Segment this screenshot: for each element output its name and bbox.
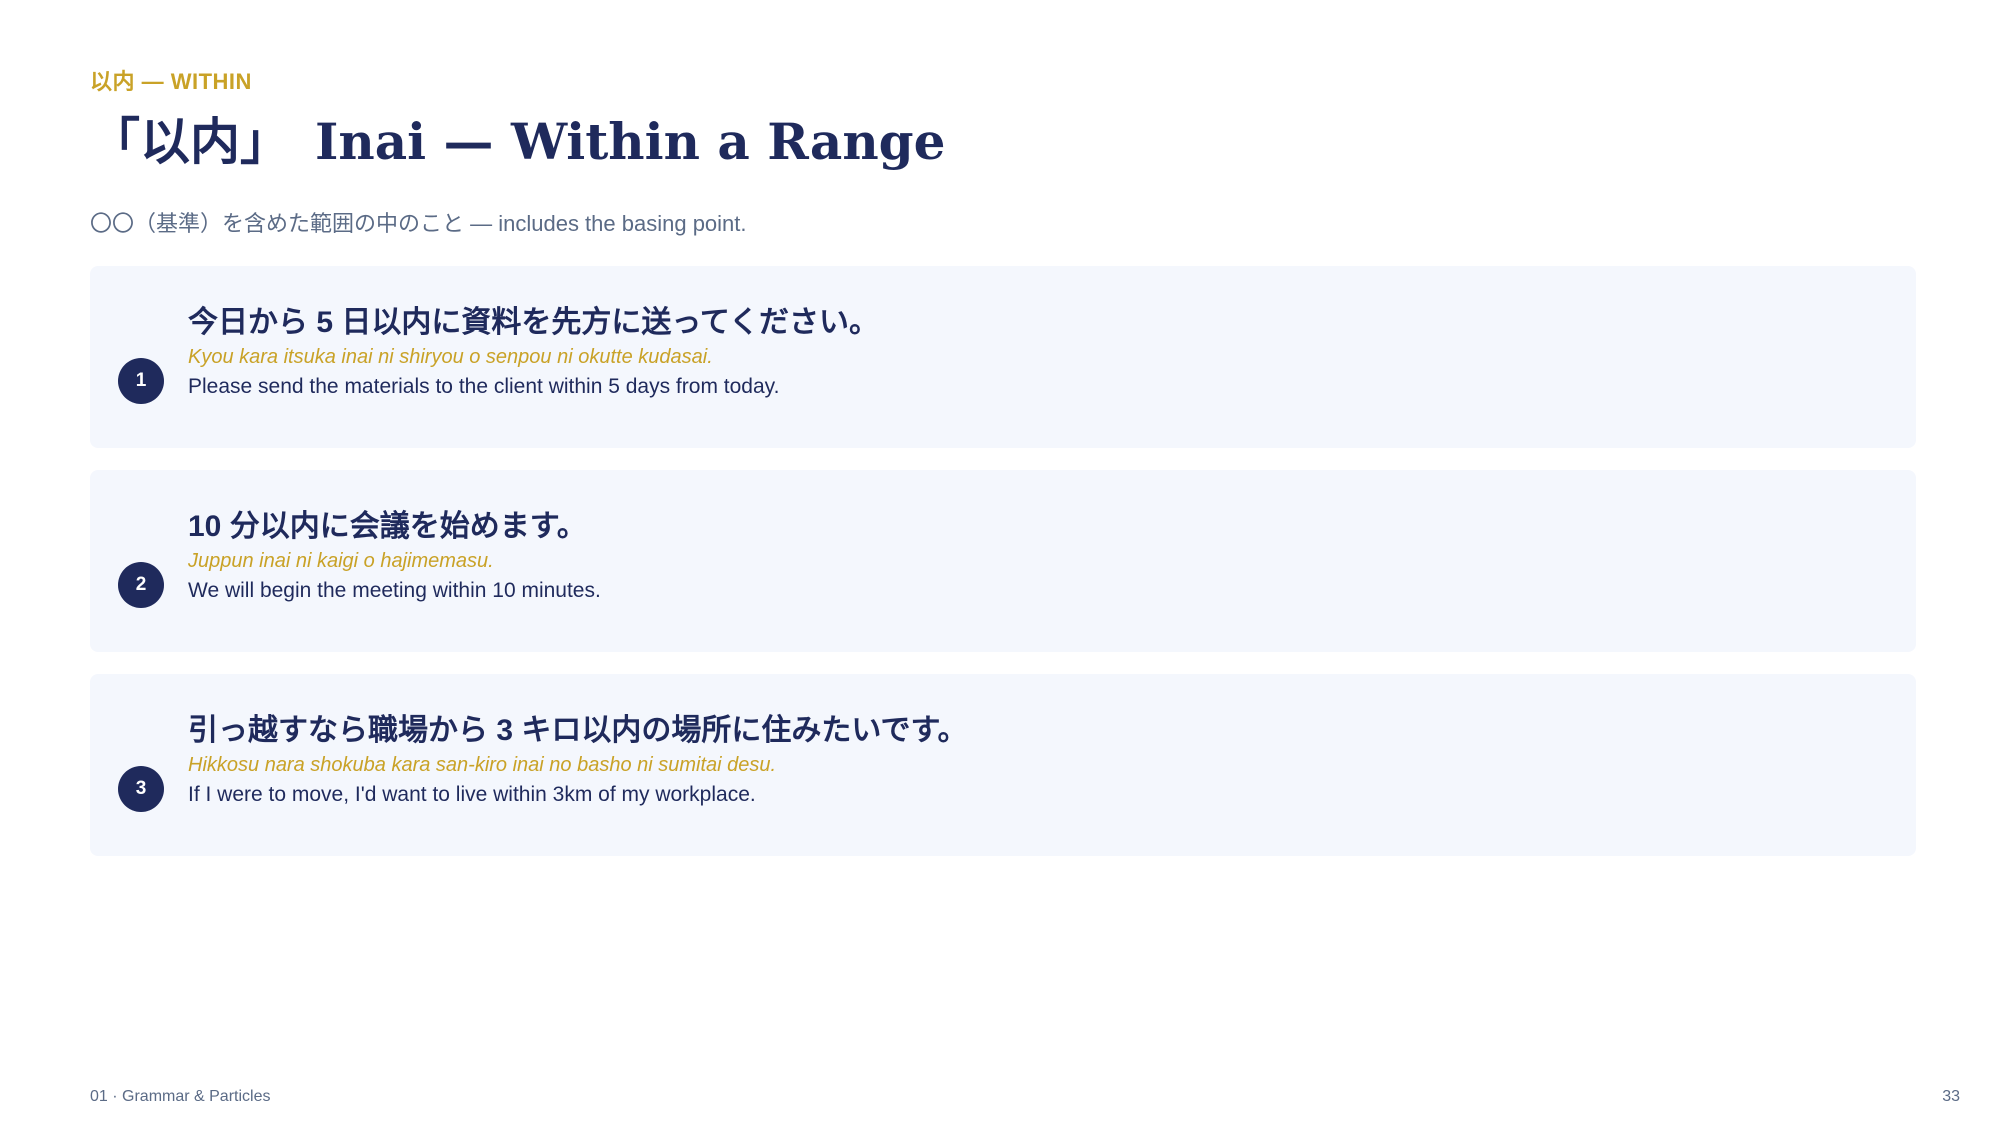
slide: 以内 — WITHIN 「以内」 Inai — Within a Range 〇…	[0, 0, 1996, 1125]
section-kicker: 以内 — WITHIN	[90, 69, 252, 94]
example-romaji: Juppun inai ni kaigi o hajimemasu.	[188, 549, 494, 572]
example-english: Please send the materials to the client …	[188, 374, 780, 398]
example-card-2: 2 10 分以内に会議を始めます。 Juppun inai ni kaigi o…	[90, 470, 1916, 652]
footer-page-number: 33	[1942, 1088, 1960, 1105]
example-romaji: Hikkosu nara shokuba kara san-kiro inai …	[188, 753, 777, 776]
example-japanese: 10 分以内に会議を始めます。	[188, 510, 587, 543]
example-number-badge: 2	[118, 562, 164, 608]
example-content: 10 分以内に会議を始めます。 Juppun inai ni kaigi o h…	[188, 508, 1886, 604]
example-english: If I were to move, I'd want to live with…	[188, 782, 756, 806]
example-japanese: 今日から 5 日以内に資料を先方に送ってください。	[188, 306, 879, 339]
example-list: 1 今日から 5 日以内に資料を先方に送ってください。 Kyou kara it…	[90, 266, 1916, 878]
example-card-1: 1 今日から 5 日以内に資料を先方に送ってください。 Kyou kara it…	[90, 266, 1916, 448]
example-japanese: 引っ越すなら職場から 3 キロ以内の場所に住みたいです。	[188, 714, 968, 747]
example-number-badge: 3	[118, 766, 164, 812]
example-card-3: 3 引っ越すなら職場から 3 キロ以内の場所に住みたいです。 Hikkosu n…	[90, 674, 1916, 856]
page-title: 「以内」 Inai — Within a Range	[90, 112, 946, 171]
example-english: We will begin the meeting within 10 minu…	[188, 578, 601, 602]
example-romaji: Kyou kara itsuka inai ni shiryou o senpo…	[188, 345, 713, 368]
example-number-badge: 1	[118, 358, 164, 404]
example-content: 今日から 5 日以内に資料を先方に送ってください。 Kyou kara itsu…	[188, 304, 1886, 400]
footer-section-label: 01 · Grammar & Particles	[90, 1088, 271, 1105]
example-content: 引っ越すなら職場から 3 キロ以内の場所に住みたいです。 Hikkosu nar…	[188, 712, 1886, 808]
page-subtitle: 〇〇（基準）を含めた範囲の中のこと — includes the basing …	[90, 211, 747, 236]
